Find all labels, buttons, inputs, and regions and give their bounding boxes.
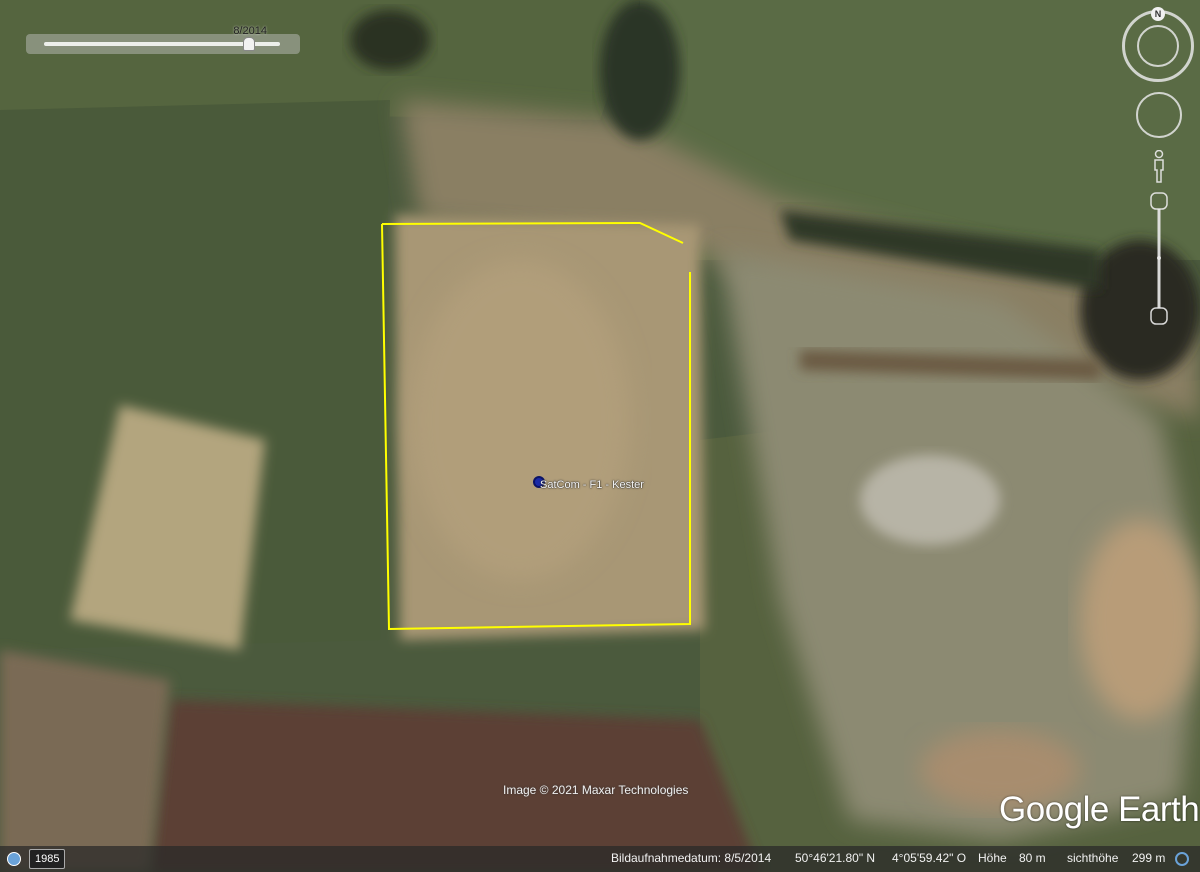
elevation-label: Höhe bbox=[978, 851, 1007, 865]
map-viewport[interactable]: SatCom - F1 - Kester 8/2014 N Image © 20… bbox=[0, 0, 1200, 872]
longitude-readout: 4°05'59.42" O bbox=[892, 851, 967, 865]
status-bar: 1985 Bildaufnahmedatum: 8/5/2014 50°46'2… bbox=[0, 846, 1200, 872]
historical-imagery-icon[interactable] bbox=[7, 852, 21, 866]
eye-altitude-label: sichthöhe bbox=[1067, 851, 1119, 865]
latitude-readout: 50°46'21.80" N bbox=[795, 851, 876, 865]
historical-imagery-year[interactable]: 1985 bbox=[29, 849, 66, 869]
elevation-value: 80 m bbox=[1019, 851, 1046, 865]
pegman-icon[interactable] bbox=[1152, 150, 1166, 184]
time-slider[interactable] bbox=[26, 34, 300, 54]
look-joystick[interactable] bbox=[1136, 92, 1182, 138]
time-slider-handle[interactable] bbox=[243, 37, 256, 51]
north-marker-icon[interactable]: N bbox=[1151, 7, 1165, 21]
google-earth-logo: Google Earth bbox=[999, 790, 1200, 829]
imagery-credit: Image © 2021 Maxar Technologies bbox=[503, 783, 689, 797]
compass-inner[interactable] bbox=[1137, 25, 1179, 67]
satellite-imagery[interactable] bbox=[0, 0, 1200, 872]
zoom-slider[interactable] bbox=[1150, 192, 1168, 326]
streaming-status-icon bbox=[1175, 852, 1189, 866]
placemark-label[interactable]: SatCom - F1 - Kester bbox=[540, 479, 644, 491]
time-slider-label: 8/2014 bbox=[233, 25, 267, 37]
imagery-date: Bildaufnahmedatum: 8/5/2014 bbox=[611, 851, 772, 865]
eye-altitude-value: 299 m bbox=[1132, 851, 1166, 865]
